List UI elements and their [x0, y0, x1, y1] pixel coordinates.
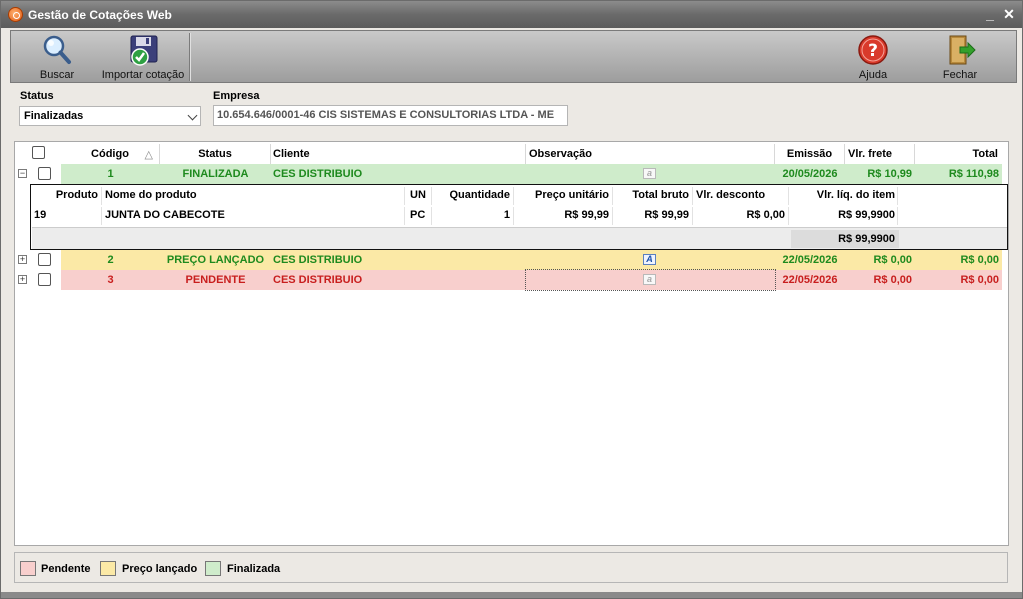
help-icon: ?: [858, 35, 888, 65]
cell-codigo: 2: [107, 254, 114, 266]
cell-observacao[interactable]: A: [526, 250, 775, 270]
legend-label-pendente: Pendente: [41, 563, 91, 575]
header-status[interactable]: Status: [160, 144, 271, 164]
cell-total: R$ 110,98: [948, 168, 999, 180]
toolbar: Buscar Importar cotação ? Ajuda Fechar: [10, 30, 1017, 83]
cell-frete: R$ 0,00: [873, 274, 912, 286]
table-row[interactable]: − 1 FINALIZADA CES DISTRIBUIO 20/05/2026 R$ 1…: [15, 164, 1008, 184]
note-icon[interactable]: a: [643, 168, 656, 179]
svg-text:?: ?: [868, 41, 878, 61]
buscar-label: Buscar: [39, 69, 75, 81]
status-select[interactable]: Finalizadas: [19, 106, 201, 126]
bottom-border: [1, 592, 1022, 598]
legend-swatch-pendente: [20, 561, 36, 576]
detail-panel-cotacao-1: Produto Nome do produto UN Quantidade Pr…: [30, 184, 1008, 250]
close-window-button[interactable]: ✕: [1000, 5, 1018, 23]
select-all-checkbox[interactable]: [32, 146, 45, 159]
cell-total: R$ 0,00: [960, 254, 999, 266]
cell-cliente: CES DISTRIBUIO: [273, 274, 363, 286]
header-total[interactable]: Total: [915, 144, 1002, 164]
row-checkbox[interactable]: [38, 167, 51, 180]
expand-row-icon[interactable]: +: [18, 255, 27, 264]
header-cliente[interactable]: Cliente: [271, 144, 526, 164]
fechar-label: Fechar: [942, 69, 978, 81]
cell-frete: R$ 0,00: [873, 254, 912, 266]
toolbar-divider: [189, 33, 191, 81]
title-bar: Gestão de Cotações Web _ ✕: [1, 1, 1022, 28]
detail-header-nome: Nome do produto: [102, 187, 405, 205]
importar-cotacao-button[interactable]: Importar cotação: [101, 31, 185, 83]
cell-codigo: 3: [107, 274, 114, 286]
header-observacao[interactable]: Observação: [526, 144, 775, 164]
detail-header-preco: Preço unitário: [514, 187, 613, 205]
chevron-down-icon: [187, 110, 198, 121]
detail-cell-nome: JUNTA DO CABECOTE: [102, 207, 405, 225]
window-title: Gestão de Cotações Web: [28, 8, 172, 22]
detail-cell-preco: R$ 99,99: [514, 207, 613, 225]
cell-cliente: CES DISTRIBUIO: [273, 254, 363, 266]
legend-swatch-finalizada: [205, 561, 221, 576]
table-row[interactable]: +3 PENDENTE CES DISTRIBUIO 22/05/2026 R$ 0,0…: [15, 269, 1008, 291]
header-codigo-label: Código: [91, 148, 129, 160]
detail-header-produto: Produto: [32, 187, 102, 205]
cotacoes-grid: Código △ Status Cliente Observação Emiss…: [14, 141, 1009, 546]
legend-swatch-preco-lancado: [100, 561, 116, 576]
detail-cell-quantidade: 1: [432, 207, 514, 225]
fechar-button[interactable]: Fechar: [934, 31, 986, 83]
detail-cell-produto: 19: [32, 207, 102, 225]
table-row[interactable]: +2 PREÇO LANÇADO CES DISTRIBUIO 22/05/2026 R…: [15, 250, 1008, 270]
cell-cliente: CES DISTRIBUIO: [273, 168, 363, 180]
cell-emissao: 22/05/2026: [782, 254, 838, 266]
collapse-row-icon[interactable]: −: [18, 169, 27, 178]
empresa-filter-label: Empresa: [213, 90, 260, 102]
status-filter-label: Status: [20, 90, 54, 102]
status-select-value: Finalizadas: [24, 110, 84, 122]
buscar-button[interactable]: Buscar: [29, 31, 85, 83]
detail-header-un: UN: [405, 187, 432, 205]
ajuda-label: Ajuda: [858, 69, 888, 81]
cell-total: R$ 0,00: [960, 274, 999, 286]
row-checkbox[interactable]: [38, 273, 51, 286]
ajuda-button[interactable]: ? Ajuda: [847, 31, 899, 83]
header-codigo[interactable]: Código △: [61, 144, 160, 164]
cell-frete: R$ 10,99: [867, 168, 912, 180]
minimize-button[interactable]: _: [981, 5, 999, 23]
empresa-field[interactable]: 10.654.646/0001-46 CIS SISTEMAS E CONSUL…: [213, 105, 568, 126]
importar-label: Importar cotação: [101, 69, 185, 81]
cell-codigo: 1: [107, 168, 114, 180]
cell-emissao: 22/05/2026: [782, 274, 838, 286]
cell-emissao: 20/05/2026: [782, 168, 838, 180]
cell-observacao[interactable]: a: [526, 164, 775, 184]
main-window: Gestão de Cotações Web _ ✕ Buscar Import…: [0, 0, 1023, 599]
expand-row-icon[interactable]: +: [18, 275, 27, 284]
detail-footer: R$ 99,9900: [32, 227, 1007, 249]
magnifier-icon: [43, 35, 71, 64]
sort-ascending-icon: △: [144, 149, 153, 161]
cell-status: PREÇO LANÇADO: [166, 254, 265, 266]
detail-cell-un: PC: [405, 207, 432, 225]
exit-door-icon: [949, 35, 976, 65]
cell-status: FINALIZADA: [182, 168, 249, 180]
detail-cell-bruto: R$ 99,99: [613, 207, 693, 225]
cell-observacao[interactable]: a: [525, 269, 776, 291]
detail-cell-liquido: R$ 99,9900: [789, 207, 898, 225]
legend-label-finalizada: Finalizada: [227, 563, 281, 575]
detail-sum-liquido: R$ 99,9900: [791, 230, 899, 248]
legend-label-preco-lancado: Preço lançado: [122, 563, 198, 575]
app-logo-icon: [8, 7, 23, 22]
note-icon[interactable]: A: [643, 254, 656, 265]
detail-header-bruto: Total bruto: [613, 187, 693, 205]
note-icon[interactable]: a: [643, 274, 656, 285]
floppy-disk-check-icon: [130, 35, 158, 66]
detail-header-quantidade: Quantidade: [432, 187, 514, 205]
header-emissao[interactable]: Emissão: [775, 144, 845, 164]
status-legend: Pendente Preço lançado Finalizada: [14, 552, 1008, 583]
detail-header-desconto: Vlr. desconto: [693, 187, 789, 205]
row-checkbox[interactable]: [38, 253, 51, 266]
cell-status: PENDENTE: [185, 274, 246, 286]
header-frete[interactable]: Vlr. frete: [845, 144, 915, 164]
detail-header-liquido: Vlr. líq. do item: [789, 187, 898, 205]
detail-cell-desconto: R$ 0,00: [693, 207, 789, 225]
